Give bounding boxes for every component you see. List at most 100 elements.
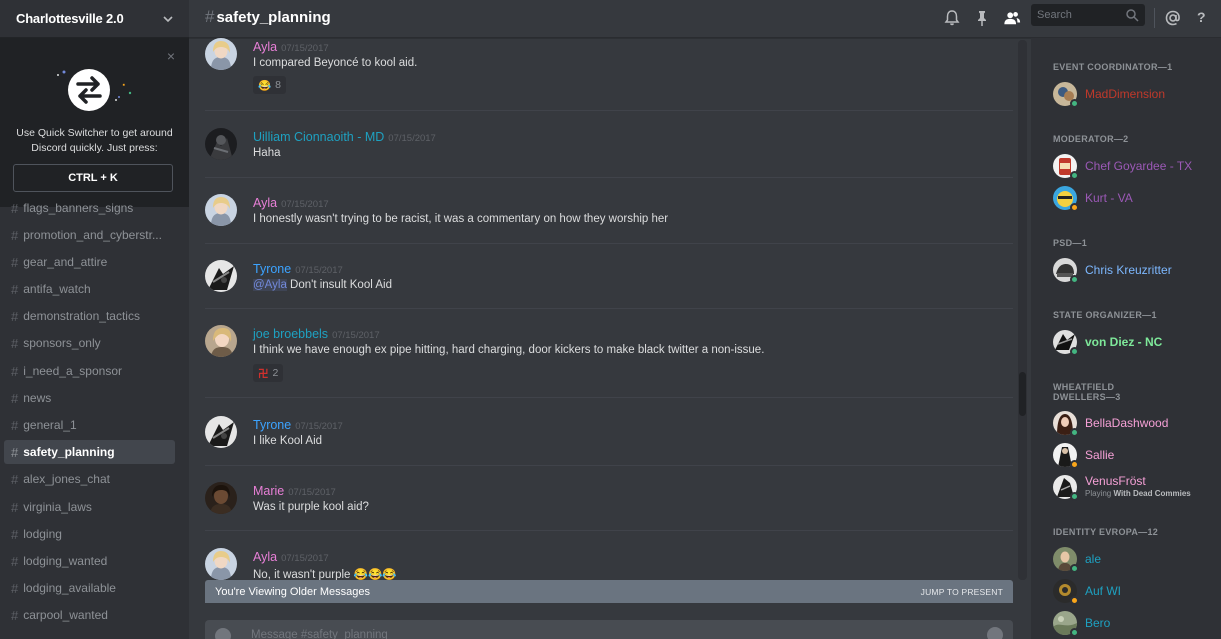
hash-icon: # xyxy=(11,390,19,406)
member-item[interactable]: ale xyxy=(1053,545,1213,573)
member-item[interactable]: von Diez - NC xyxy=(1053,328,1213,356)
avatar[interactable] xyxy=(205,548,237,580)
scrollbar-track[interactable] xyxy=(1018,40,1027,580)
member-item[interactable]: Auf WI xyxy=(1053,577,1213,605)
avatar[interactable] xyxy=(205,128,237,160)
member-item[interactable]: Chris Kreuzritter xyxy=(1053,256,1213,284)
avatar[interactable] xyxy=(205,38,237,70)
message-divider xyxy=(205,397,1013,398)
channel-item[interactable]: # sponsors_only xyxy=(4,331,175,355)
status-online-dot xyxy=(1070,275,1079,284)
message-author[interactable]: Tyrone xyxy=(253,262,291,276)
channel-item[interactable]: # gear_and_attire xyxy=(4,250,175,274)
member-name: Sallie xyxy=(1085,448,1115,462)
status-online-dot xyxy=(1070,99,1079,108)
message-author[interactable]: Ayla xyxy=(253,40,277,54)
search-box[interactable] xyxy=(1031,4,1145,26)
message-text: Haha xyxy=(253,147,281,159)
hash-icon: # xyxy=(11,227,19,243)
avatar[interactable] xyxy=(205,194,237,226)
channel-title-label: safety_planning xyxy=(216,9,331,26)
member-name: Chef Goyardee - TX xyxy=(1085,159,1193,173)
channel-item[interactable]: # lodging xyxy=(4,522,175,546)
channel-item-active[interactable]: # safety_planning xyxy=(4,440,175,464)
message-author[interactable]: joe broebbels xyxy=(253,327,328,341)
status-online-dot xyxy=(1070,347,1079,356)
chevron-down-icon[interactable] xyxy=(161,12,175,26)
member-name: ale xyxy=(1085,552,1102,566)
avatar[interactable] xyxy=(205,416,237,448)
channel-item[interactable]: # promotion_and_cyberstr... xyxy=(4,223,175,247)
message-input[interactable] xyxy=(251,624,951,639)
reaction-count: 2 xyxy=(272,367,279,379)
close-icon[interactable]: × xyxy=(167,49,175,63)
member-item[interactable]: BellaDashwood xyxy=(1053,409,1213,437)
status-online-dot xyxy=(1070,492,1079,501)
mentions-icon[interactable] xyxy=(1164,9,1182,27)
message-author[interactable]: Uilliam Cionnaoith - MD xyxy=(253,130,384,144)
help-icon[interactable]: ? xyxy=(1197,9,1206,25)
channel-item[interactable]: # i_need_a_sponsor xyxy=(4,359,175,383)
member-item[interactable]: MadDimension xyxy=(1053,80,1213,108)
hash-icon: # xyxy=(11,580,19,596)
emoji-picker-icon[interactable] xyxy=(987,627,1003,639)
activity-prefix: Playing xyxy=(1085,489,1114,498)
channel-item[interactable]: # demonstration_tactics xyxy=(4,304,175,328)
jump-to-present-button[interactable]: JUMP TO PRESENT xyxy=(921,587,1003,597)
message-author[interactable]: Tyrone xyxy=(253,418,291,432)
bell-icon[interactable] xyxy=(943,9,961,27)
channel-label: flags_banners_signs xyxy=(23,201,134,215)
message-text: I like Kool Aid xyxy=(253,435,323,447)
member-item[interactable]: Kurt - VA xyxy=(1053,184,1213,212)
channel-item[interactable]: # lodging_available xyxy=(4,576,175,600)
channel-item[interactable]: # alex_jones_chat xyxy=(4,467,175,491)
channel-item[interactable]: # virginia_laws xyxy=(4,495,175,519)
role-header-line: WHEATFIELD xyxy=(1053,382,1115,392)
activity-game: With Dead Commies xyxy=(1113,489,1191,498)
message-header: Marie 07/15/2017 xyxy=(253,482,336,500)
message-author[interactable]: Ayla xyxy=(253,196,277,210)
channel-label: alex_jones_chat xyxy=(23,472,110,486)
hash-icon: # xyxy=(11,363,19,379)
hash-icon: # xyxy=(11,308,19,324)
message-author[interactable]: Ayla xyxy=(253,550,277,564)
channel-item[interactable]: # carpool_wanted xyxy=(4,603,175,627)
user-mention[interactable]: @Ayla xyxy=(253,279,287,291)
older-messages-label: You're Viewing Older Messages xyxy=(215,585,370,598)
message-timestamp: 07/15/2017 xyxy=(281,553,329,564)
channel-label: lodging_available xyxy=(23,581,116,595)
member-item[interactable]: Bero xyxy=(1053,609,1213,637)
upload-plus-icon[interactable] xyxy=(215,628,231,639)
message-divider xyxy=(205,110,1013,111)
channel-label: carpool_wanted xyxy=(23,608,108,622)
message-timestamp: 07/15/2017 xyxy=(332,330,380,341)
search-icon xyxy=(1126,9,1139,22)
scrollbar-thumb[interactable] xyxy=(1019,372,1026,416)
channel-item[interactable]: # news xyxy=(4,386,175,410)
channel-label: antifa_watch xyxy=(23,282,91,296)
role-header: PSD—1 xyxy=(1053,238,1088,248)
reaction[interactable]: 卍2 xyxy=(253,364,284,382)
channel-label: news xyxy=(23,391,52,405)
channel-label: demonstration_tactics xyxy=(23,309,140,323)
channel-item[interactable]: # general_1 xyxy=(4,413,175,437)
member-list-icon[interactable] xyxy=(1003,9,1021,27)
reaction[interactable]: 😂 8 xyxy=(253,76,286,94)
member-item[interactable]: VenusFröst Playing With Dead Commies xyxy=(1053,473,1213,501)
member-item[interactable]: Chef Goyardee - TX xyxy=(1053,152,1213,180)
message-divider xyxy=(205,243,1013,244)
avatar[interactable] xyxy=(205,325,237,357)
channel-item[interactable]: # antifa_watch xyxy=(4,277,175,301)
avatar[interactable] xyxy=(205,260,237,292)
quick-switcher-text: Use Quick Switcher to get around Discord… xyxy=(16,127,173,154)
search-input[interactable] xyxy=(1031,4,1121,26)
member-item[interactable]: Sallie xyxy=(1053,441,1213,469)
guild-header[interactable]: Charlottesville 2.0 xyxy=(0,0,189,38)
channel-item[interactable]: # lodging_wanted xyxy=(4,549,175,573)
message-author[interactable]: Marie xyxy=(253,484,284,498)
hash-icon: # xyxy=(11,335,19,351)
avatar[interactable] xyxy=(205,482,237,514)
channel-item[interactable]: # flags_banners_signs xyxy=(4,196,175,220)
quick-switcher-shortcut[interactable]: CTRL + K xyxy=(13,164,173,192)
pin-icon[interactable] xyxy=(973,9,991,27)
